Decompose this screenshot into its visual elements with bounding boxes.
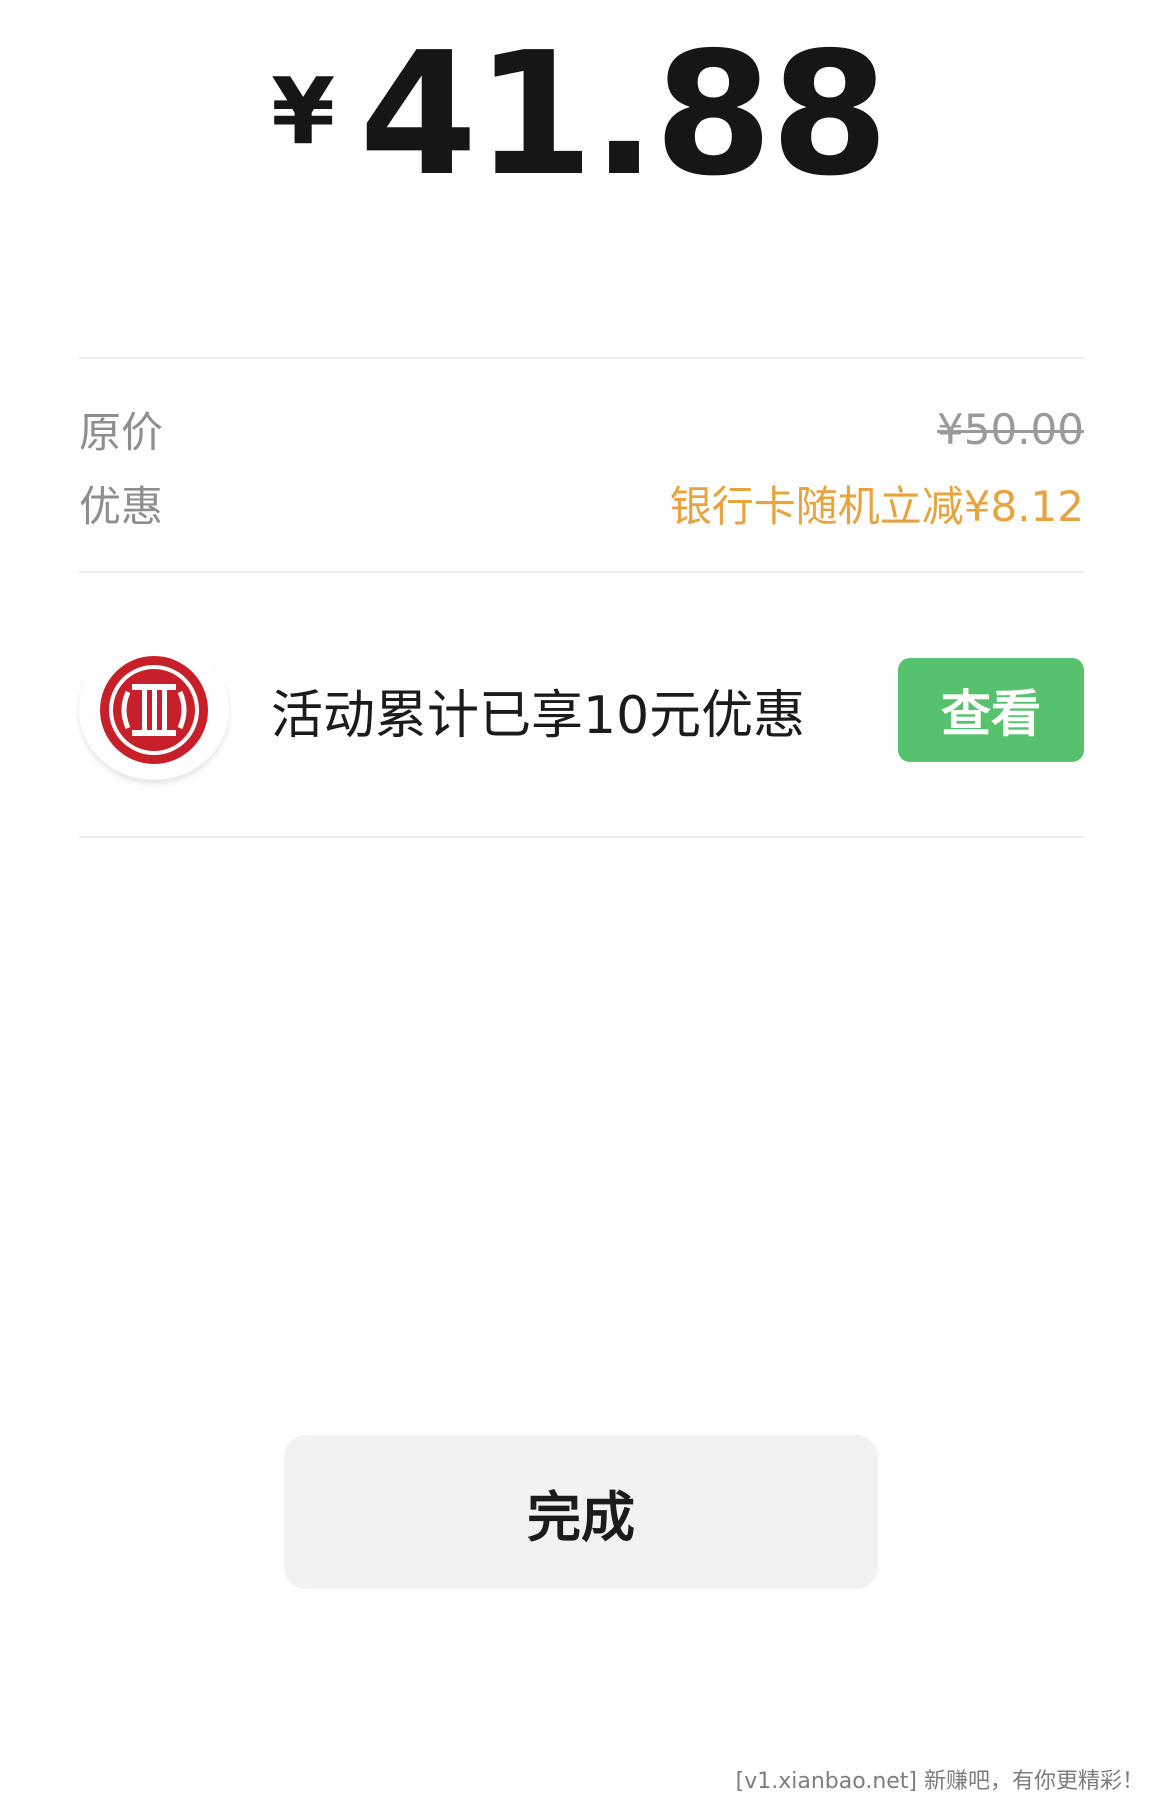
watermark-text: [v1.xianbao.net] 新赚吧，有你更精彩！ — [735, 1769, 1144, 1794]
discount-value: 银行卡随机立减¥8.12 — [669, 481, 1084, 531]
bank-logo — [79, 640, 229, 780]
divider-bottom — [79, 836, 1084, 838]
discount-row: 优惠 银行卡随机立减¥8.12 — [79, 471, 1084, 535]
citic-bank-logo-icon — [100, 656, 208, 764]
divider-top — [79, 357, 1084, 359]
original-price-value: ¥50.00 — [937, 404, 1084, 454]
view-button[interactable]: 查看 — [898, 658, 1084, 762]
amount-value: 41.88 — [359, 16, 889, 214]
promo-text: 活动累计已享10元优惠 — [271, 685, 806, 746]
original-price-label: 原价 — [79, 407, 164, 457]
done-button[interactable]: 完成 — [284, 1435, 878, 1589]
discount-label: 优惠 — [79, 481, 164, 531]
original-price-row: 原价 ¥50.00 — [79, 397, 1084, 461]
currency-symbol: ¥ — [271, 58, 336, 165]
payment-amount: ¥ 41.88 — [0, 30, 1158, 210]
promo-row: 活动累计已享10元优惠 查看 — [79, 640, 1084, 780]
divider-middle — [79, 571, 1084, 573]
